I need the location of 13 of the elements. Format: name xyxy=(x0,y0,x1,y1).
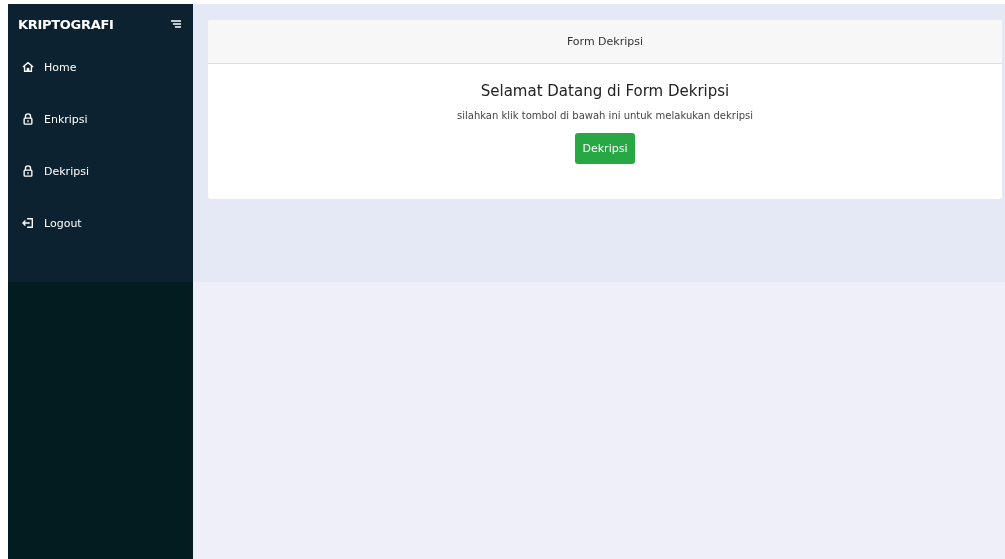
nav-link[interactable]: Home xyxy=(8,54,193,80)
logout-icon xyxy=(22,217,34,229)
lock-icon xyxy=(22,113,34,125)
card-text: silahkan klik tombol di bawah ini untuk melakukan dekripsi xyxy=(457,110,753,121)
card-title: Selamat Datang di Form Dekripsi xyxy=(480,82,730,100)
nav-link[interactable]: Enkripsi xyxy=(8,106,193,132)
nav-link[interactable]: Dekripsi xyxy=(8,158,193,184)
brand-title: KRIPTOGRAFI xyxy=(18,16,114,32)
card-header: Form Dekripsi xyxy=(208,20,1002,64)
home-icon xyxy=(22,61,34,73)
lock-icon xyxy=(22,165,34,177)
nav-link[interactable]: Logout xyxy=(8,210,193,236)
menu-icon[interactable] xyxy=(171,20,181,28)
